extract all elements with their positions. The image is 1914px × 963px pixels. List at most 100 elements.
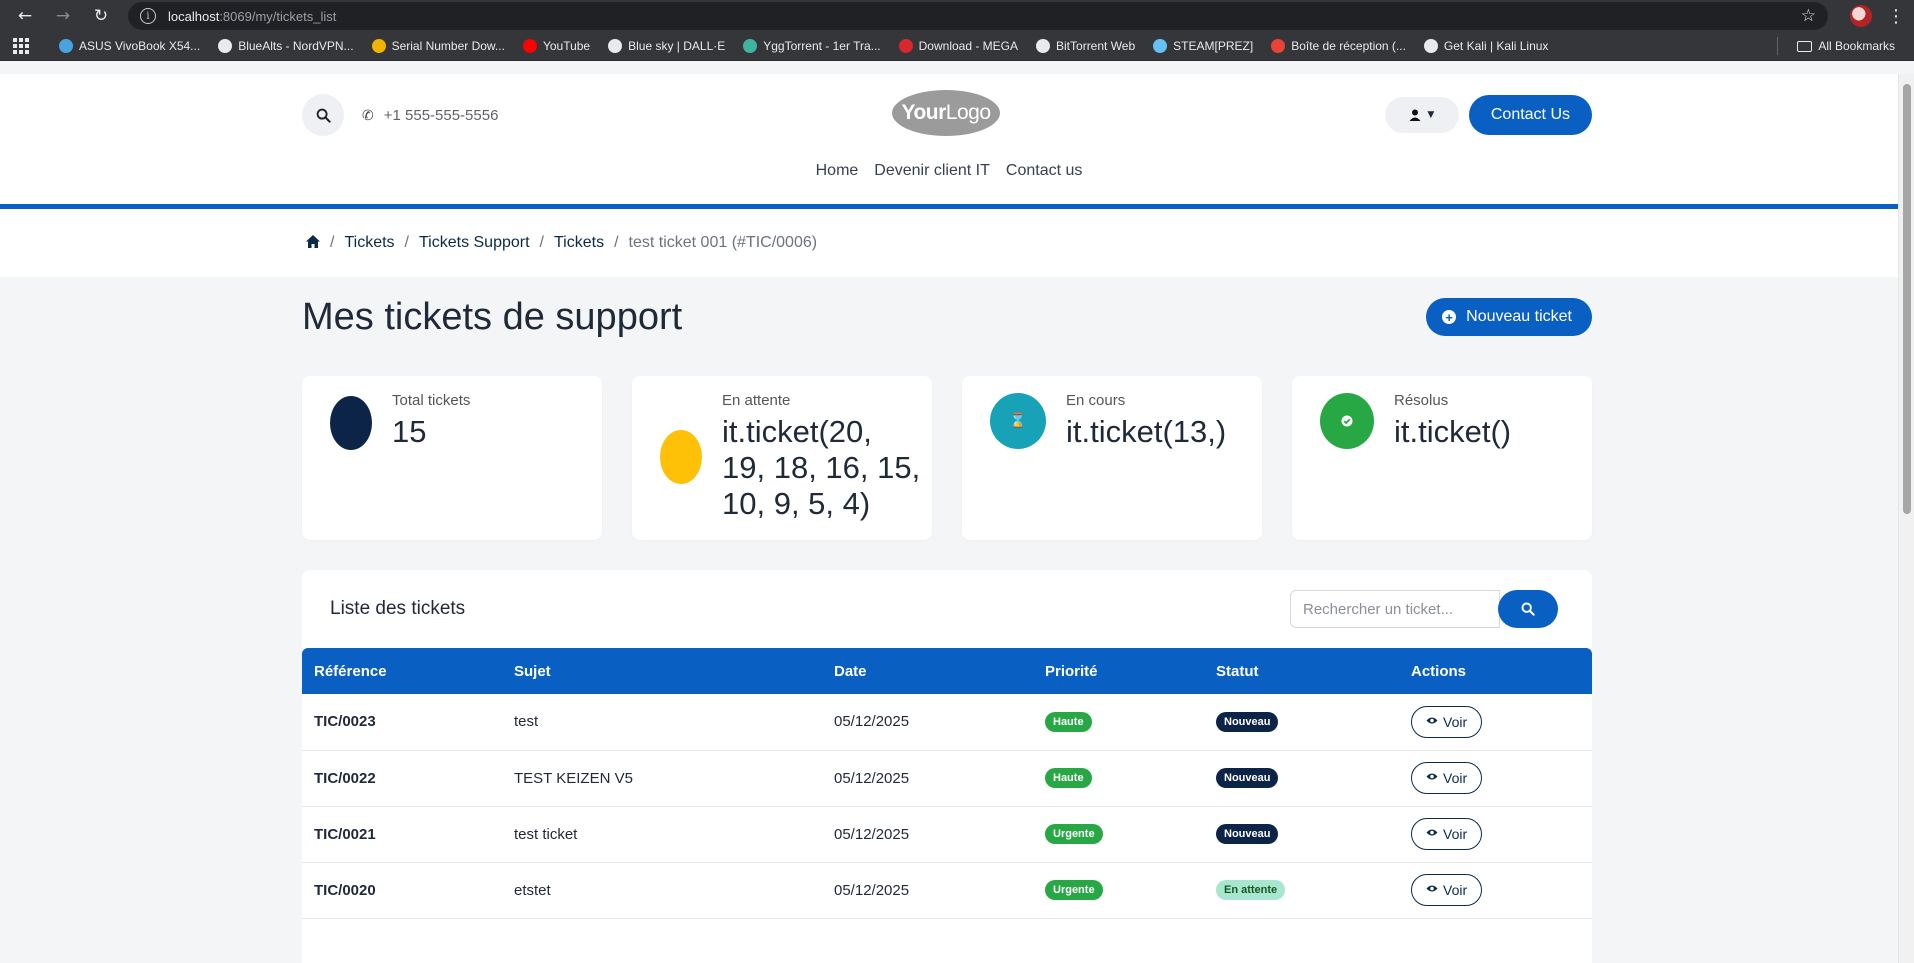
bookmark-item[interactable]: BlueAlts - NordVPN...: [209, 39, 362, 53]
browser-menu-icon[interactable]: ⋮: [1886, 6, 1906, 27]
search-icon: [1521, 602, 1535, 616]
phone-icon: ✆: [362, 106, 374, 123]
bookmark-item[interactable]: YggTorrent - 1er Tra...: [734, 39, 889, 53]
scrollbar-thumb[interactable]: [1903, 84, 1911, 514]
breadcrumb-separator: /: [330, 234, 335, 251]
view-ticket-label: Voir: [1443, 826, 1468, 842]
stat-label: En attente: [722, 392, 791, 409]
status-cell: En attente: [1204, 862, 1399, 919]
header-search-button[interactable]: [302, 94, 344, 136]
view-ticket-button[interactable]: Voir: [1411, 874, 1483, 906]
bookmark-item[interactable]: Get Kali | Kali Linux: [1415, 39, 1558, 53]
nav-home[interactable]: Home: [816, 162, 859, 180]
ticket-subject: TEST KEIZEN V5: [502, 750, 822, 807]
bookmark-item[interactable]: BitTorrent Web: [1027, 39, 1144, 53]
user-icon: [1409, 109, 1421, 121]
bookmark-label: Blue sky | DALL·E: [628, 39, 726, 53]
bookmark-item[interactable]: STEAM[PREZ]: [1144, 39, 1262, 53]
eye-icon: [1426, 884, 1438, 896]
stat-card-pending: En attente it.ticket(20, 19, 18, 16, 15,…: [632, 376, 932, 540]
pending-icon: [660, 430, 702, 484]
bookmark-label: BitTorrent Web: [1056, 39, 1136, 53]
view-ticket-button[interactable]: Voir: [1411, 818, 1483, 850]
table-header-row: Référence Sujet Date Priorité Statut Act…: [302, 648, 1592, 694]
priority-cell: Haute: [1033, 750, 1204, 807]
ticket-reference: TIC/0021: [302, 806, 502, 863]
column-header: Statut: [1216, 662, 1259, 680]
status-badge: En attente: [1216, 880, 1286, 900]
nav-contact-us[interactable]: Contact us: [1006, 162, 1082, 180]
bookmark-favicon-icon: [1423, 39, 1438, 53]
bookmark-label: Get Kali | Kali Linux: [1443, 39, 1549, 53]
breadcrumb-separator: /: [614, 234, 619, 251]
phone-contact[interactable]: ✆ +1 555-555-5556: [362, 107, 498, 124]
site-logo[interactable]: Your Logo: [892, 90, 1000, 136]
ticket-search: [1290, 590, 1558, 628]
url-host: localhost: [168, 8, 220, 24]
bookmark-label: YouTube: [542, 39, 591, 53]
breadcrumb-separator: /: [404, 234, 409, 251]
eye-icon: [1426, 716, 1438, 728]
main-nav: Home Devenir client IT Contact us: [0, 162, 1898, 180]
plus-circle-icon: +: [1442, 310, 1457, 324]
site-info-icon[interactable]: i: [140, 8, 156, 24]
tickets-table-body: TIC/0023 test 05/12/2025 Haute Nouveau Voir TI…: [302, 694, 1592, 919]
contact-us-button[interactable]: Contact Us: [1468, 95, 1592, 135]
all-bookmarks-label: All Bookmarks: [1818, 39, 1895, 53]
ticket-date: 05/12/2025: [822, 862, 1033, 919]
bookmark-item[interactable]: Blue sky | DALL·E: [599, 39, 734, 53]
view-ticket-label: Voir: [1443, 882, 1468, 898]
actions-cell: Voir: [1399, 750, 1592, 807]
bookmark-item[interactable]: Serial Number Dow...: [363, 39, 514, 53]
ticket-reference: TIC/0020: [302, 862, 502, 919]
forward-arrow-icon[interactable]: →: [46, 2, 80, 30]
back-arrow-icon[interactable]: ←: [8, 2, 42, 30]
view-ticket-button[interactable]: Voir: [1411, 762, 1483, 794]
priority-cell: Urgente: [1033, 806, 1204, 863]
bookmark-star-icon[interactable]: ☆: [1801, 6, 1816, 26]
ticket-subject: test: [502, 694, 822, 751]
column-header: Date: [834, 662, 867, 680]
browser-toolbar: ← → ↻ i localhost:8069/my/tickets_list ☆…: [0, 0, 1914, 32]
ticket-date: 05/12/2025: [822, 694, 1033, 751]
breadcrumb-tickets-2[interactable]: Tickets: [554, 234, 604, 252]
nav-devenir-client[interactable]: Devenir client IT: [874, 162, 990, 180]
tickets-table: Référence Sujet Date Priorité Statut Act…: [302, 648, 1592, 919]
stats-row: Total tickets 15 En attente it.ticket(20…: [302, 376, 1592, 540]
bookmark-item[interactable]: Boîte de réception (...: [1262, 39, 1415, 53]
stat-value: it.ticket(): [1394, 414, 1512, 449]
status-badge: Nouveau: [1216, 824, 1279, 844]
all-bookmarks[interactable]: All Bookmarks: [1788, 39, 1904, 53]
home-icon[interactable]: [306, 235, 320, 251]
phone-number: +1 555-555-5556: [383, 106, 499, 124]
ticket-reference: TIC/0022: [302, 750, 502, 807]
bookmark-item[interactable]: ASUS VivoBook X54...: [50, 39, 209, 53]
breadcrumb-current: test ticket 001 (#TIC/0006): [628, 234, 818, 251]
new-ticket-button[interactable]: + Nouveau ticket: [1426, 298, 1592, 336]
bookmark-favicon-icon: [218, 39, 233, 53]
ticket-search-button[interactable]: [1498, 590, 1558, 628]
status-badge: Nouveau: [1216, 768, 1279, 788]
ticket-search-input[interactable]: [1290, 590, 1500, 628]
stat-card-total: Total tickets 15: [302, 376, 602, 540]
profile-avatar[interactable]: [1850, 5, 1872, 27]
breadcrumb-tickets-support[interactable]: Tickets Support: [419, 234, 530, 252]
site-header: ✆ +1 555-555-5556 Your Logo ▼ Contact Us …: [0, 74, 1898, 209]
bookmark-item[interactable]: Download - MEGA: [890, 39, 1027, 53]
table-row: TIC/0020 etstet 05/12/2025 Urgente En attent…: [302, 862, 1592, 919]
apps-grid-icon[interactable]: [10, 36, 32, 56]
page-scrollbar[interactable]: [1898, 74, 1914, 963]
view-ticket-label: Voir: [1443, 713, 1468, 730]
actions-cell: Voir: [1399, 806, 1592, 863]
bookmark-favicon-icon: [371, 39, 386, 53]
priority-cell: Urgente: [1033, 862, 1204, 919]
bookmarks-bar: ASUS VivoBook X54... BlueAlts - NordVPN..…: [0, 32, 1914, 61]
user-menu-button[interactable]: ▼: [1384, 97, 1459, 133]
bookmark-item[interactable]: YouTube: [514, 39, 599, 53]
breadcrumb-tickets[interactable]: Tickets: [344, 234, 394, 252]
ticket-reference: TIC/0023: [302, 694, 502, 751]
stat-label: Total tickets: [392, 392, 471, 409]
view-ticket-button[interactable]: Voir: [1411, 705, 1483, 738]
address-bar[interactable]: i localhost:8069/my/tickets_list ☆: [128, 2, 1828, 30]
reload-icon[interactable]: ↻: [84, 2, 118, 30]
